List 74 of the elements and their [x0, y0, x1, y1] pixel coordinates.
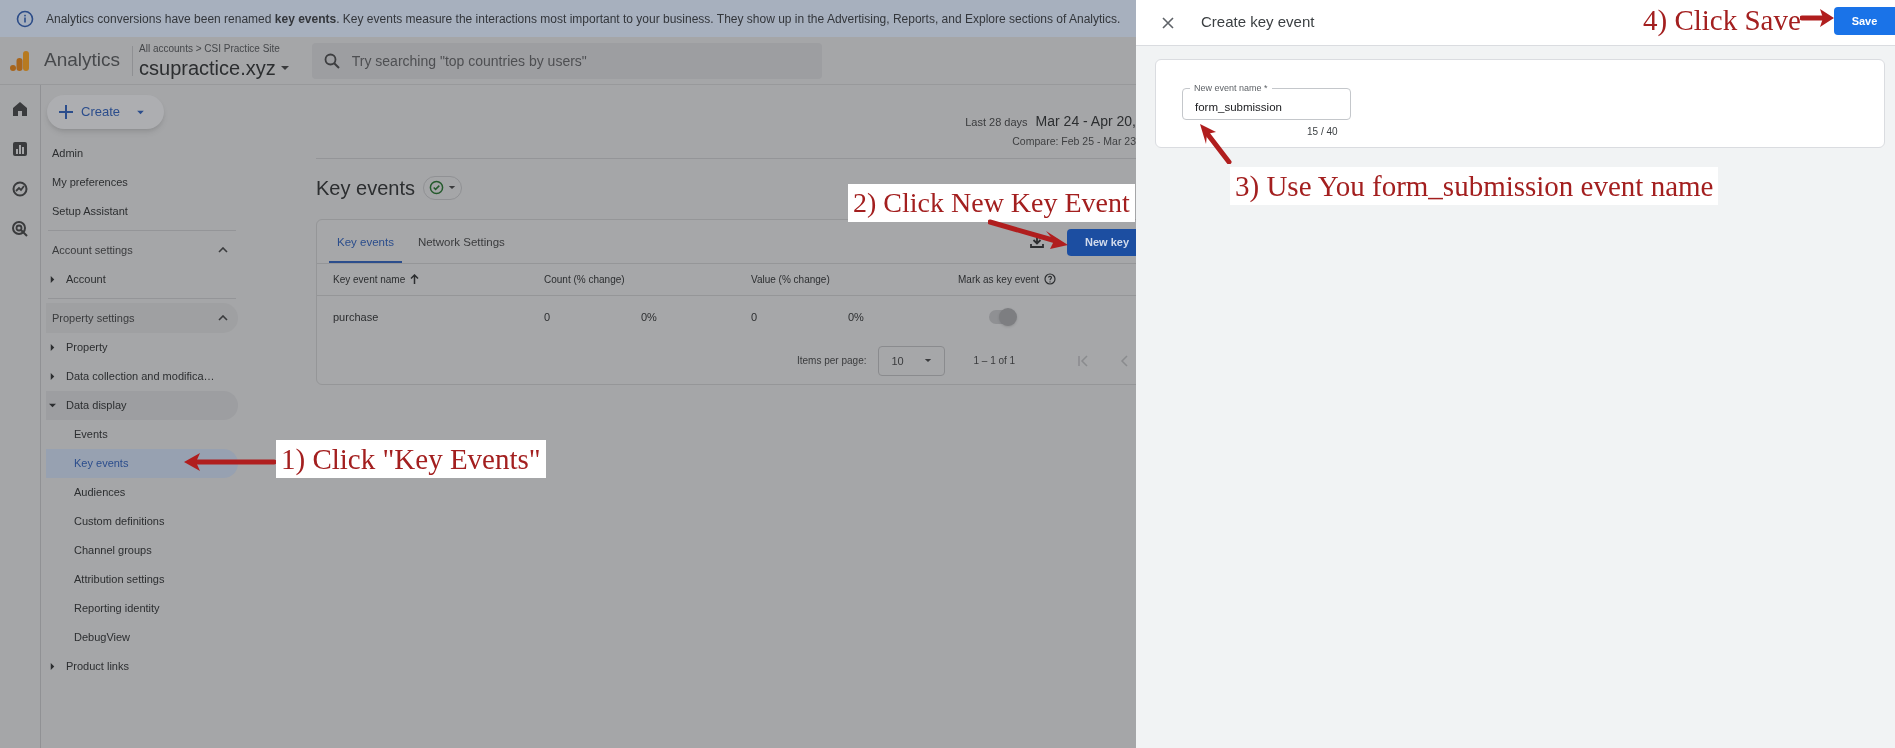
character-counter: 15 / 40	[1307, 125, 1338, 139]
search-field[interactable]: Try searching "top countries by users"	[311, 42, 822, 79]
info-icon	[16, 9, 34, 28]
new-key-event-button[interactable]: New key	[1067, 228, 1136, 256]
help-icon[interactable]	[1044, 273, 1057, 286]
table-cell-text: 0	[751, 309, 759, 325]
reports-icon[interactable]	[12, 141, 28, 157]
table-cell-text: 0%	[848, 309, 865, 325]
key-event-toggle[interactable]	[989, 309, 1015, 324]
page-title: Key events	[316, 175, 415, 201]
table-cell-text: 0%	[641, 309, 658, 325]
column-header: Value (% change)	[751, 272, 830, 287]
sidebar-group[interactable]: Account	[46, 265, 238, 294]
collapsed-caret-icon	[49, 663, 56, 670]
sidebar-group[interactable]: Data display	[46, 391, 238, 420]
expanded-caret-icon	[49, 402, 56, 409]
field-label: New event name *	[1190, 82, 1272, 94]
sidebar-item[interactable]: Key events	[46, 449, 238, 478]
table-cell-text: purchase	[333, 309, 380, 325]
table-cell-text: 0	[544, 309, 552, 325]
sidebar-item[interactable]: Events	[46, 420, 238, 449]
close-icon[interactable]	[1162, 16, 1174, 29]
column-header: Mark as key event	[958, 272, 1040, 287]
property-selector[interactable]: csupractice.xyz	[139, 56, 290, 80]
column-header: Count (% change)	[544, 272, 625, 287]
save-button[interactable]: Save	[1834, 7, 1895, 35]
tab[interactable]: Network Settings	[409, 233, 513, 263]
date-range[interactable]: Mar 24 - Apr 20,	[1035, 111, 1136, 132]
sidebar-group[interactable]: Product links	[46, 652, 238, 681]
page-range: 1 – 1 of 1	[973, 354, 1016, 369]
caret-icon	[924, 358, 933, 364]
sidebar-item[interactable]: Custom definitions	[46, 507, 238, 536]
sidebar-link[interactable]: Admin	[52, 145, 84, 162]
bar-chart-logo-icon	[10, 49, 30, 72]
sidebar-link[interactable]: My preferences	[52, 174, 128, 191]
home-icon[interactable]	[12, 101, 28, 117]
tab[interactable]: Key events	[329, 233, 402, 263]
annotation-label: 2) Click New Key Event	[848, 184, 1135, 222]
collapsed-caret-icon	[49, 373, 56, 380]
collapsed-caret-icon	[49, 276, 56, 283]
annotation-arrow	[1200, 124, 1232, 164]
check-circle-icon	[428, 180, 444, 196]
target-icon[interactable]	[12, 221, 28, 237]
section-header[interactable]: Property settings	[46, 303, 238, 333]
product-name: Analytics	[44, 48, 121, 73]
breadcrumb[interactable]: All accounts > CSI Practice Site	[139, 41, 290, 56]
caret-icon	[447, 185, 456, 191]
sidebar-group[interactable]: Data collection and modifica…	[46, 362, 238, 391]
caret-icon	[279, 65, 290, 71]
items-per-page-label: Items per page:	[797, 354, 867, 369]
explore-icon[interactable]	[12, 181, 28, 197]
panel-title: Create key event	[1201, 12, 1315, 33]
sidebar-item[interactable]: Reporting identity	[46, 594, 238, 623]
sidebar-item[interactable]: Audiences	[46, 478, 238, 507]
create-button[interactable]: Create	[47, 95, 164, 129]
sort-arrow-icon[interactable]	[410, 274, 420, 285]
sidebar-link[interactable]: Setup Assistant	[52, 203, 128, 220]
sidebar-item[interactable]: Attribution settings	[46, 565, 238, 594]
annotation-label: 1) Click "Key Events"	[276, 440, 546, 478]
collapsed-caret-icon	[49, 344, 56, 351]
section-header[interactable]: Account settings	[46, 235, 238, 265]
search-icon	[323, 52, 340, 69]
items-per-page-select[interactable]: 10	[878, 345, 946, 376]
sidebar-item[interactable]: Channel groups	[46, 536, 238, 565]
caret-icon	[136, 109, 146, 115]
compare-range: Compare: Feb 25 - Mar 23	[1012, 134, 1136, 149]
annotation-label: 3) Use You form_submission event name	[1230, 167, 1719, 205]
date-preset: Last 28 days	[965, 115, 1028, 130]
banner-message: Analytics conversions have been renamed key events. Key events measure the interactions most important to your business. They show up in the Advertising, Reports, and Explore sections of Analytics.	[46, 10, 1121, 28]
annotation-arrow	[1800, 9, 1834, 27]
plus-icon	[59, 105, 73, 119]
sidebar-item[interactable]: DebugView	[46, 623, 238, 652]
column-header[interactable]: Key event name	[333, 271, 406, 287]
sidebar-group[interactable]: Property	[46, 333, 238, 362]
